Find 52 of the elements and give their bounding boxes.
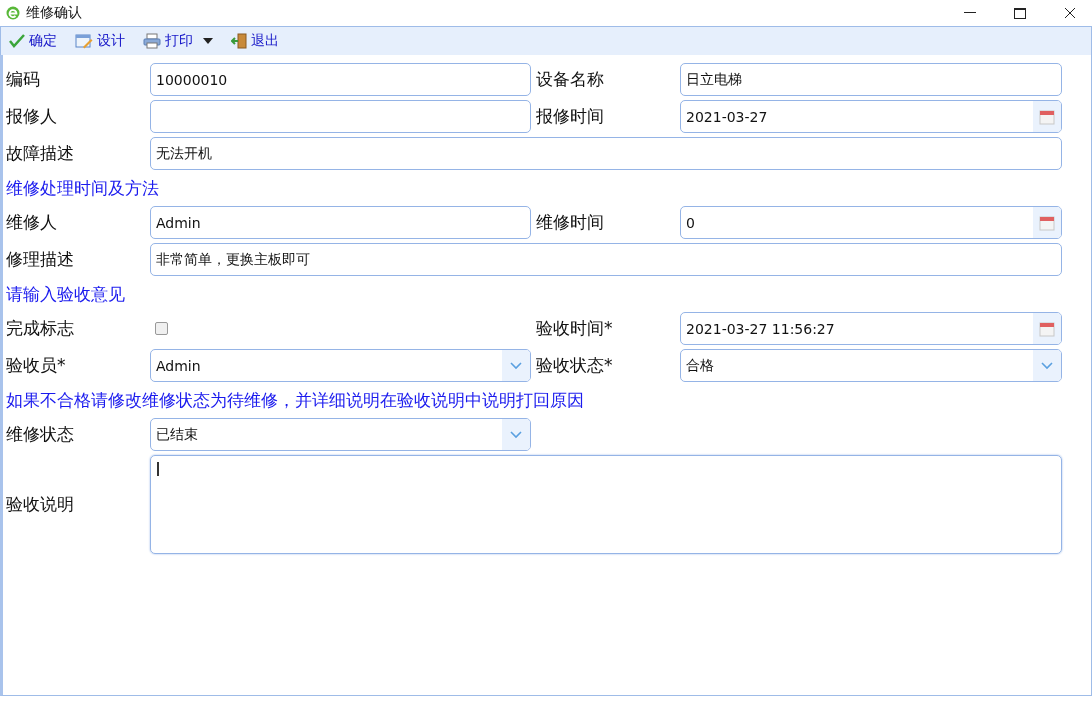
dropdown-field[interactable]: 已结束 [150, 418, 531, 451]
textarea-field[interactable] [150, 455, 1062, 554]
chevron-down-icon[interactable] [510, 430, 522, 439]
close-icon [1064, 7, 1076, 19]
date-field[interactable]: 2021-03-27 11:56:27 [680, 312, 1062, 345]
dropdown-arrow-icon[interactable] [203, 38, 213, 44]
text-field[interactable]: 非常简单，更换主板即可 [150, 243, 1062, 276]
field-label: 报修人 [6, 105, 58, 128]
date-field[interactable]: 2021-03-27 [680, 100, 1062, 133]
dropdown-field[interactable]: 合格 [680, 349, 1062, 382]
field-label: 设备名称 [536, 68, 605, 91]
check-icon [9, 33, 25, 49]
field-label: 故障描述 [6, 142, 75, 165]
field-label: 验收时间* [536, 317, 614, 340]
section-heading: 请输入验收意见 [6, 282, 125, 306]
date-field[interactable]: 0 [680, 206, 1062, 239]
text-field[interactable]: 10000010 [150, 63, 531, 96]
text-cursor [157, 462, 159, 476]
text-field[interactable]: Admin [150, 206, 531, 239]
toolbar-button[interactable]: 设计 [75, 32, 125, 50]
printer-icon [143, 33, 161, 49]
chevron-down-icon[interactable] [1041, 361, 1053, 370]
checkbox[interactable] [155, 322, 168, 335]
toolbar-button[interactable]: 确定 [9, 32, 57, 50]
dropdown-field[interactable]: Admin [150, 349, 531, 382]
calendar-icon[interactable] [1039, 214, 1055, 231]
field-label: 维修状态 [6, 423, 75, 446]
app-logo-icon [6, 6, 20, 20]
field-label: 报修时间 [536, 105, 605, 128]
field-label: 验收状态* [536, 354, 614, 377]
minimize-icon [964, 12, 976, 14]
notepad-pencil-icon [75, 33, 93, 49]
toolbar-button[interactable]: 退出 [231, 32, 279, 50]
calendar-icon[interactable] [1039, 108, 1055, 125]
toolbar-button[interactable]: 打印 [143, 32, 213, 50]
chevron-down-icon[interactable] [510, 361, 522, 370]
door-exit-icon [231, 33, 247, 49]
text-field[interactable]: 无法开机 [150, 137, 1062, 170]
field-label: 修理描述 [6, 248, 75, 271]
field-label: 完成标志 [6, 317, 75, 340]
section-heading: 如果不合格请修改维修状态为待维修，并详细说明在验收说明中说明打回原因 [6, 388, 584, 412]
section-heading: 维修处理时间及方法 [6, 176, 159, 200]
field-label: 验收说明 [6, 493, 75, 516]
window-title: 维修确认 [26, 4, 83, 22]
maximize-icon [1014, 7, 1026, 19]
field-label: 维修时间 [536, 211, 605, 234]
text-field[interactable]: 日立电梯 [680, 63, 1062, 96]
text-field[interactable] [150, 100, 531, 133]
field-label: 编码 [6, 68, 41, 91]
calendar-icon[interactable] [1039, 320, 1055, 337]
field-label: 维修人 [6, 211, 58, 234]
field-label: 验收员* [6, 354, 67, 377]
